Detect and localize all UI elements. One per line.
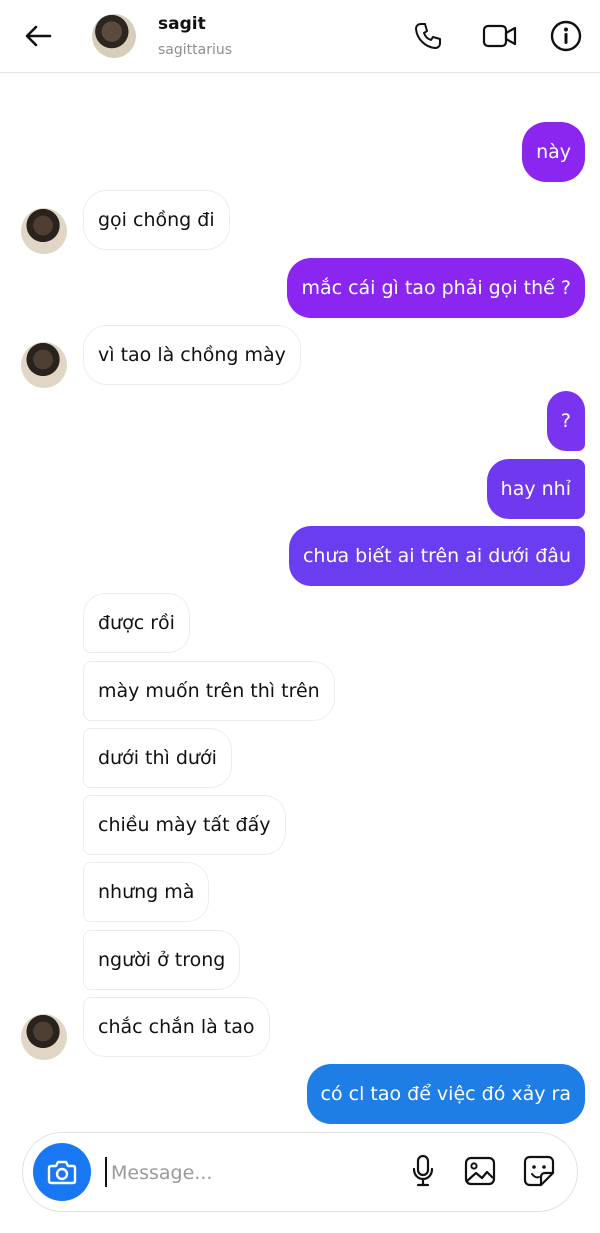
text-cursor: [105, 1157, 107, 1187]
incoming-message[interactable]: chắc chắn là tao: [83, 997, 270, 1057]
message-text: người ở trong: [98, 949, 226, 971]
message-text: có cl tao để việc đó xảy ra: [320, 1083, 571, 1105]
message-text: chắc chắn là tao: [98, 1016, 255, 1038]
avatar[interactable]: [21, 208, 67, 254]
sticker-button[interactable]: [519, 1151, 559, 1191]
voice-message-button[interactable]: [403, 1151, 443, 1191]
incoming-message[interactable]: gọi chồng đi: [83, 190, 230, 250]
back-button[interactable]: [18, 18, 58, 54]
camera-button[interactable]: [33, 1143, 91, 1201]
incoming-message[interactable]: được rồi: [83, 593, 190, 653]
message-text: hay nhỉ: [500, 478, 571, 500]
incoming-message[interactable]: dưới thì dưới: [83, 728, 232, 788]
message-text: chiều mày tất đấy: [98, 814, 271, 836]
message-text: dưới thì dưới: [98, 747, 217, 769]
contact-name[interactable]: sagit: [158, 14, 206, 34]
incoming-message[interactable]: nhưng mà: [83, 862, 210, 922]
message-text: gọi chồng đi: [98, 209, 215, 231]
incoming-message[interactable]: người ở trong: [83, 930, 241, 990]
outgoing-message[interactable]: mắc cái gì tao phải gọi thế ?: [287, 258, 585, 318]
message-text: chưa biết ai trên ai dưới đâu: [302, 545, 571, 567]
video-call-button[interactable]: [478, 16, 522, 56]
contact-username: sagittarius: [158, 42, 233, 58]
message-text: mắc cái gì tao phải gọi thế ?: [301, 277, 571, 299]
outgoing-message[interactable]: có cl tao để việc đó xảy ra: [306, 1064, 585, 1124]
video-camera-icon: [482, 24, 517, 48]
message-input[interactable]: [109, 1153, 383, 1193]
arrow-left-icon: [25, 25, 52, 47]
avatar[interactable]: [21, 1014, 67, 1060]
camera-icon: [47, 1160, 77, 1185]
gallery-button[interactable]: [459, 1151, 501, 1191]
outgoing-message[interactable]: chưa biết ai trên ai dưới đâu: [288, 526, 585, 586]
message-text: nhưng mà: [98, 881, 195, 903]
message-text: mày muốn trên thì trên: [98, 680, 320, 702]
sticker-icon: [523, 1155, 555, 1187]
message-text: vì tao là chồng mày: [98, 344, 286, 366]
outgoing-message[interactable]: ?: [546, 391, 585, 451]
outgoing-message[interactable]: này: [522, 122, 585, 182]
incoming-message[interactable]: mày muốn trên thì trên: [83, 661, 335, 721]
incoming-message[interactable]: vì tao là chồng mày: [83, 325, 301, 385]
info-icon: [550, 20, 582, 52]
call-button[interactable]: [408, 16, 448, 56]
message-text: được rồi: [98, 612, 175, 634]
microphone-icon: [412, 1154, 434, 1187]
avatar[interactable]: [92, 14, 136, 58]
incoming-message[interactable]: chiều mày tất đấy: [83, 795, 286, 855]
message-text: này: [536, 141, 571, 163]
image-icon: [464, 1156, 496, 1186]
chat-header: sagit sagittarius: [0, 0, 600, 73]
avatar[interactable]: [21, 342, 67, 388]
outgoing-message[interactable]: hay nhỉ: [486, 459, 585, 519]
message-composer: [22, 1132, 578, 1212]
phone-icon: [415, 23, 441, 49]
info-button[interactable]: [546, 16, 586, 56]
message-text: ?: [560, 410, 571, 432]
